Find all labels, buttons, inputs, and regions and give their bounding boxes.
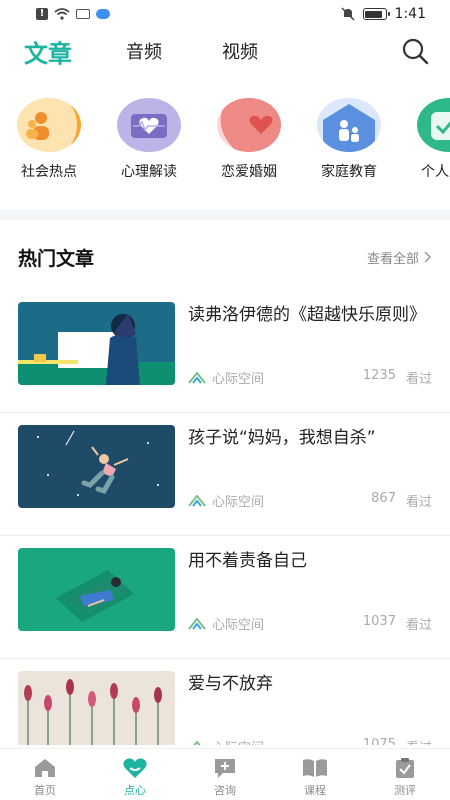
source-logo-icon (188, 371, 206, 384)
battery-level (365, 10, 383, 18)
article-meta: 心际空间 1235 看过 (188, 368, 432, 387)
article-view-count: 1235 (362, 368, 396, 383)
battery-icon (362, 8, 390, 20)
category-social-hotspot[interactable]: 社会热点 (0, 94, 99, 181)
clipboard-icon (392, 757, 418, 779)
article-thumbnail (18, 425, 175, 508)
category-label: 社会热点 (21, 164, 77, 180)
mail-icon (76, 9, 90, 19)
article-item[interactable]: 爱与不放弃 心际空间 1075 看过 (0, 659, 450, 745)
article-title: 爱与不放弃 (188, 674, 273, 694)
family-home-icon (317, 98, 381, 152)
article-meta: 心际空间 1075 看过 (188, 737, 432, 745)
people-icon (17, 98, 81, 152)
status-icons-right: 1:41 (341, 6, 426, 22)
check-icon (417, 98, 450, 152)
article-source: 心际空间 (188, 737, 264, 745)
article-item[interactable]: 用不着责备自己 心际空间 1037 看过 (0, 536, 450, 659)
top-tabs: 文章 音频 视频 (0, 32, 450, 70)
nav-label: 点心 (124, 784, 146, 797)
bottom-nav: 首页 点心 咨询 课程 测评 (0, 748, 450, 800)
status-icons-left: ! (36, 8, 110, 20)
nav-label: 测评 (394, 784, 416, 797)
nav-consult[interactable]: 咨询 (180, 749, 270, 800)
article-item[interactable]: 读弗洛伊德的《超越快乐原则》 心际空间 1235 看过 (0, 290, 450, 413)
nav-label: 咨询 (214, 784, 236, 797)
source-logo-icon (192, 740, 202, 745)
book-icon (302, 757, 328, 779)
nav-label: 课程 (304, 784, 326, 797)
article-views: 1075 看过 (363, 737, 432, 745)
tab-video[interactable]: 视频 (222, 38, 258, 64)
article-thumbnail (18, 671, 175, 745)
nav-courses[interactable]: 课程 (270, 749, 360, 800)
nav-assessment[interactable]: 测评 (360, 749, 450, 800)
article-source-name: 心际空间 (212, 495, 265, 510)
hot-articles-header: 热门文章 查看全部 (18, 240, 432, 274)
category-psych-analysis[interactable]: 心理解读 (99, 94, 199, 181)
wifi-icon (54, 8, 70, 20)
article-title: 读弗洛伊德的《超越快乐原则》 (188, 305, 426, 325)
category-personal-growth[interactable]: 个人成长 (399, 94, 450, 181)
status-time: 1:41 (394, 6, 426, 22)
heart-monitor-icon (117, 98, 181, 152)
status-bar: ! 1:41 (0, 0, 450, 28)
article-view-count: 867 (371, 491, 396, 506)
article-view-suffix: 看过 (405, 495, 432, 510)
chevron-right-icon (424, 251, 432, 263)
article-source-name: 心际空间 (212, 737, 264, 745)
nav-label: 首页 (34, 784, 56, 797)
category-label: 心理解读 (121, 164, 177, 180)
category-label: 家庭教育 (321, 164, 377, 180)
section-divider (0, 210, 450, 220)
heart-icon (217, 98, 281, 152)
view-all-link[interactable]: 查看全部 (367, 248, 432, 267)
article-view-suffix: 看过 (405, 372, 432, 387)
article-source-name: 心际空间 (212, 372, 265, 387)
bell-muted-icon (341, 7, 355, 21)
category-row: 社会热点 心理解读 恋爱婚姻 家庭教育 个人成长 (0, 94, 450, 190)
category-family-education[interactable]: 家庭教育 (299, 94, 399, 181)
heart-icon (122, 757, 148, 779)
home-icon (32, 757, 58, 779)
category-label: 个人成长 (421, 164, 450, 180)
view-all-label: 查看全部 (366, 251, 419, 267)
article-thumbnail (18, 548, 175, 631)
article-item[interactable]: 孩子说“妈妈，我想自杀” 心际空间 867 看过 (0, 413, 450, 536)
article-source: 心际空间 (188, 491, 264, 510)
article-thumbnail (18, 302, 175, 385)
article-title: 孩子说“妈妈，我想自杀” (188, 428, 376, 448)
article-view-suffix: 看过 (406, 737, 432, 745)
chat-icon (212, 757, 238, 779)
nav-home[interactable]: 首页 (0, 749, 90, 800)
alert-icon: ! (36, 8, 48, 20)
section-title: 热门文章 (18, 247, 95, 270)
tab-audio[interactable]: 音频 (126, 38, 162, 64)
article-meta: 心际空间 1037 看过 (188, 614, 432, 633)
article-views: 1235 看过 (363, 368, 432, 387)
article-source: 心际空间 (188, 614, 264, 633)
cloud-icon (96, 9, 110, 19)
source-logo-icon (188, 617, 206, 630)
article-view-count: 1037 (362, 614, 396, 629)
article-view-count: 1075 (362, 737, 396, 745)
article-views: 1037 看过 (363, 614, 432, 633)
tab-articles[interactable]: 文章 (24, 34, 72, 69)
article-meta: 心际空间 867 看过 (188, 491, 432, 510)
article-views: 867 看过 (371, 491, 432, 510)
source-logo-icon (188, 494, 206, 507)
category-label: 恋爱婚姻 (221, 164, 277, 180)
search-icon[interactable] (400, 36, 430, 66)
article-source-name: 心际空间 (212, 618, 265, 633)
article-view-suffix: 看过 (405, 618, 432, 633)
article-source: 心际空间 (188, 368, 264, 387)
article-list: 读弗洛伊德的《超越快乐原则》 心际空间 1235 看过 孩子说“妈妈，我想自杀”… (0, 290, 450, 745)
article-title: 用不着责备自己 (188, 551, 307, 571)
category-love-marriage[interactable]: 恋爱婚姻 (199, 94, 299, 181)
nav-dianxin[interactable]: 点心 (90, 749, 180, 800)
